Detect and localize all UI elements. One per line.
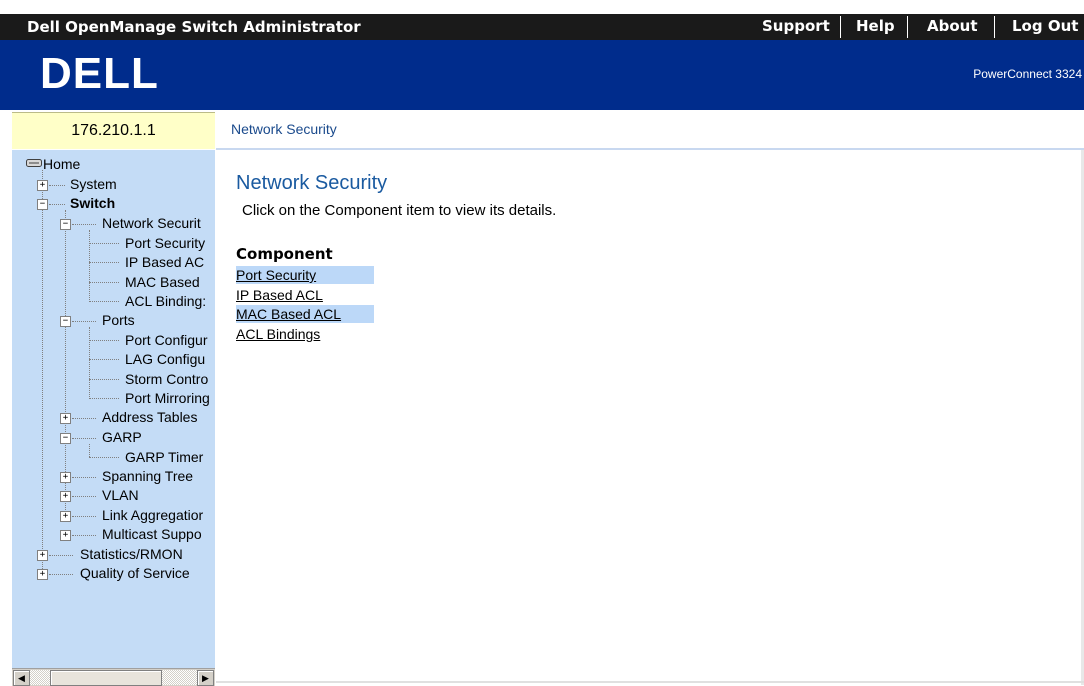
component-acl-bindings-link[interactable]: ACL Bindings: [236, 325, 374, 343]
scrollbar-thumb[interactable]: [50, 670, 162, 686]
component-header: Component: [236, 245, 333, 263]
logout-link[interactable]: Log Out: [1012, 17, 1078, 35]
tree-garp-timers[interactable]: GARP Timer: [125, 448, 203, 466]
component-ip-based-acl-link[interactable]: IP Based ACL: [236, 286, 374, 304]
app-title: Dell OpenManage Switch Administrator: [27, 18, 361, 36]
component-port-security-link[interactable]: Port Security: [236, 266, 374, 284]
tree-connector: [89, 379, 119, 380]
tree-ports[interactable]: Ports: [102, 311, 135, 329]
tree-port-configuration[interactable]: Port Configur: [125, 331, 207, 349]
tree-acl-bindings[interactable]: ACL Binding:: [125, 292, 206, 310]
collapse-icon[interactable]: −: [60, 433, 71, 444]
about-link[interactable]: About: [927, 17, 978, 35]
tree-mac-based-acl[interactable]: MAC Based: [125, 273, 200, 291]
tree-connector: [89, 282, 119, 283]
tree-connector: [72, 418, 96, 419]
tree-port-mirroring[interactable]: Port Mirroring: [125, 389, 210, 407]
expand-icon[interactable]: +: [60, 511, 71, 522]
top-title-bar: Dell OpenManage Switch Administrator Sup…: [0, 14, 1084, 40]
tree-connector: [72, 535, 96, 536]
expand-icon[interactable]: +: [37, 180, 48, 191]
tree-connector: [89, 243, 119, 244]
scroll-left-icon[interactable]: ◀: [13, 670, 30, 686]
separator: [994, 16, 995, 38]
tree-connector: [72, 516, 96, 517]
component-mac-based-acl-link[interactable]: MAC Based ACL: [236, 305, 374, 323]
expand-icon[interactable]: +: [37, 569, 48, 580]
tree-connector: [49, 204, 65, 205]
tree-connector: [42, 170, 43, 575]
tree-address-tables[interactable]: Address Tables: [102, 408, 197, 426]
expand-icon[interactable]: +: [60, 472, 71, 483]
dell-logo: DELL: [40, 50, 158, 96]
tree-system[interactable]: System: [70, 175, 117, 193]
tree-vlan[interactable]: VLAN: [102, 486, 139, 504]
tree-connector: [89, 398, 119, 399]
tree-lag-configuration[interactable]: LAG Configu: [125, 350, 205, 368]
help-link[interactable]: Help: [856, 17, 895, 35]
device-ip: 176.210.1.1: [12, 112, 215, 149]
tree-connector: [72, 496, 96, 497]
tree-horizontal-scrollbar[interactable]: ◀ ▶: [12, 668, 215, 686]
tree-multicast-support[interactable]: Multicast Suppo: [102, 525, 202, 543]
tree-connector: [72, 438, 96, 439]
tree-connector: [89, 359, 119, 360]
tree-port-security[interactable]: Port Security: [125, 234, 205, 252]
tree-switch[interactable]: Switch: [70, 194, 115, 212]
tree-connector: [89, 301, 119, 302]
tree-connector: [49, 555, 73, 556]
tree-garp[interactable]: GARP: [102, 428, 142, 446]
collapse-icon[interactable]: −: [60, 219, 71, 230]
breadcrumb-bar: Network Security: [216, 112, 1084, 150]
tree-connector: [89, 340, 119, 341]
separator: [840, 16, 841, 38]
support-link[interactable]: Support: [762, 17, 830, 35]
tree-connector: [72, 321, 96, 322]
tree-network-security[interactable]: Network Securit: [102, 214, 201, 232]
page-description: Click on the Component item to view its …: [242, 202, 557, 219]
tree-spanning-tree[interactable]: Spanning Tree: [102, 467, 193, 485]
expand-icon[interactable]: +: [60, 413, 71, 424]
navigation-tree: Home + System − Switch − Network Securit…: [12, 150, 215, 668]
drive-icon: [26, 159, 42, 167]
tree-link-aggregation[interactable]: Link Aggregatior: [102, 506, 203, 524]
page-title: Network Security: [236, 172, 388, 194]
product-name: PowerConnect 3324: [973, 67, 1082, 81]
tree-statistics-rmon[interactable]: Statistics/RMON: [80, 545, 183, 563]
tree-connector: [49, 185, 65, 186]
breadcrumb: Network Security: [231, 121, 337, 137]
tree-ip-based-acl[interactable]: IP Based AC: [125, 253, 204, 271]
tree-connector: [89, 327, 90, 399]
content-frame-edge: [216, 681, 1084, 683]
expand-icon[interactable]: +: [60, 491, 71, 502]
tree-connector: [89, 262, 119, 263]
collapse-icon[interactable]: −: [60, 316, 71, 327]
scroll-right-icon[interactable]: ▶: [197, 670, 214, 686]
collapse-icon[interactable]: −: [37, 199, 48, 210]
expand-icon[interactable]: +: [37, 550, 48, 561]
tree-storm-control[interactable]: Storm Contro: [125, 370, 208, 388]
tree-connector: [72, 477, 96, 478]
tree-connector: [89, 444, 90, 457]
tree-connector: [89, 457, 119, 458]
svg-text:DELL: DELL: [40, 50, 158, 96]
separator: [907, 16, 908, 38]
tree-home[interactable]: Home: [43, 155, 80, 173]
brand-banner: DELL PowerConnect 3324: [0, 40, 1084, 110]
tree-quality-of-service[interactable]: Quality of Service: [80, 564, 190, 582]
tree-connector: [49, 574, 73, 575]
tree-connector: [72, 224, 96, 225]
tree-connector: [89, 230, 90, 302]
expand-icon[interactable]: +: [60, 530, 71, 541]
